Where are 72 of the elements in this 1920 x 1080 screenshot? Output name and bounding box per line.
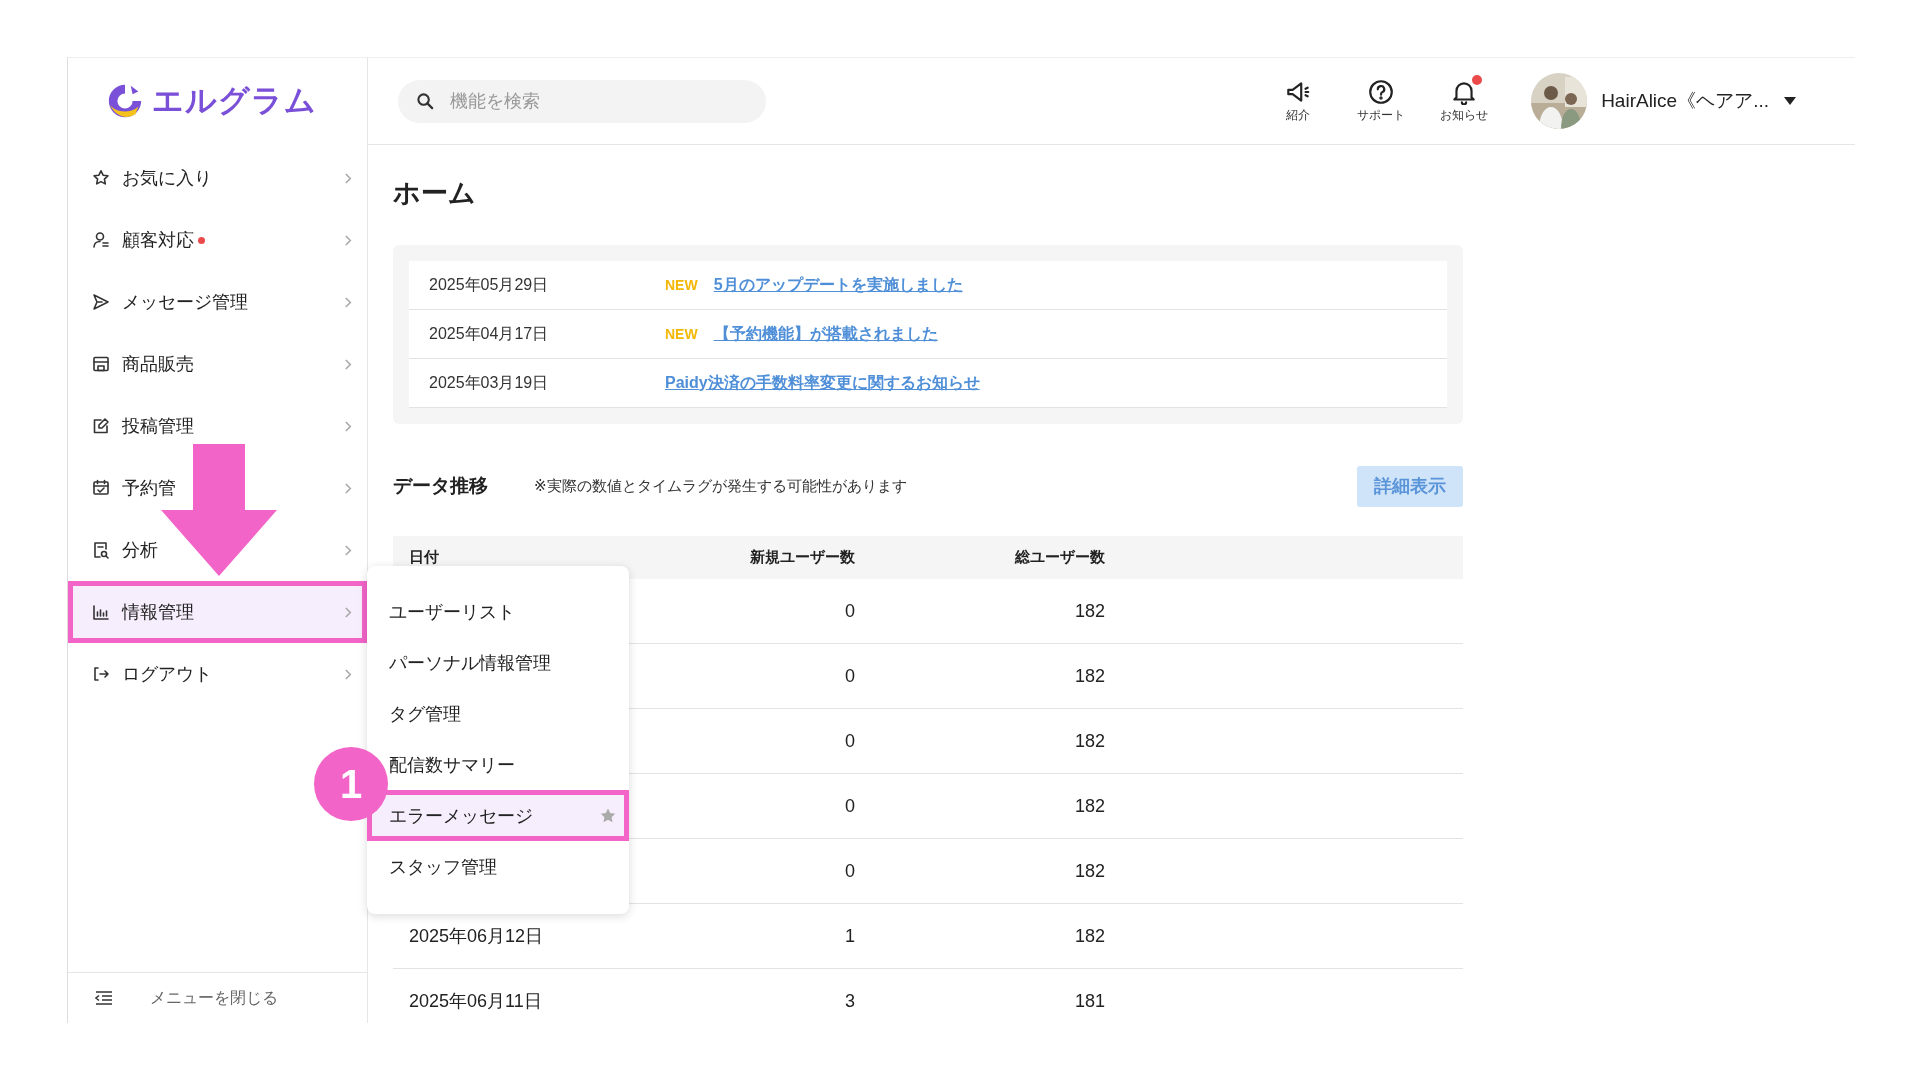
table-cell-text: 0 (844, 730, 856, 752)
header-action[interactable]: 紹介 (1267, 78, 1330, 124)
section-title: データ推移 (393, 474, 488, 498)
sidebar-item[interactable]: ログアウト (68, 643, 367, 705)
column-header: 総ユーザー数 (1013, 548, 1106, 567)
table-cell-text: 182 (1073, 665, 1106, 687)
edit-icon (92, 417, 110, 435)
news-date: 2025年03月19日 (429, 372, 550, 393)
table-cell-text: 0 (844, 600, 856, 622)
logo-text: エルグラム (152, 82, 317, 120)
table-cell-text: 182 (1073, 795, 1106, 817)
send-icon (92, 293, 110, 311)
chevron-icon (344, 481, 353, 495)
star-icon (92, 169, 110, 187)
close-menu-link[interactable]: メニューを閉じる (150, 987, 278, 1009)
table-cell-text: 0 (844, 795, 856, 817)
caret-icon[interactable] (1783, 96, 1797, 106)
table-cell-text: 0 (844, 665, 856, 687)
submenu-item[interactable]: エラーメッセージ (367, 790, 629, 841)
step-number: 1 (314, 747, 388, 821)
chart-icon (92, 603, 110, 621)
news-date: 2025年04月17日 (429, 323, 550, 344)
table-cell-text: 182 (1073, 860, 1106, 882)
person-icon (92, 231, 110, 249)
chevron-icon (344, 233, 353, 247)
store-icon (92, 355, 110, 373)
sidebar-item[interactable]: 分析 (68, 519, 367, 581)
submenu-item[interactable]: ユーザーリスト (389, 586, 629, 637)
chevron-icon (344, 667, 353, 681)
collapse-menu-icon[interactable] (94, 990, 114, 1006)
sidebar-item[interactable]: 投稿管理 (68, 395, 367, 457)
table-cell-text: 182 (1073, 730, 1106, 752)
sidebar-item[interactable]: 顧客対応 (68, 209, 367, 271)
chevron-icon (344, 543, 353, 557)
calendar-icon (92, 479, 110, 497)
table-cell-text: 182 (1073, 925, 1106, 947)
submenu-item[interactable]: スタッフ管理 (389, 841, 629, 892)
user-name[interactable]: HairAlice《ヘアア... (1601, 88, 1769, 114)
logo-icon (106, 82, 144, 120)
news-date: 2025年05月29日 (429, 274, 550, 295)
sidebar-item[interactable]: 情報管理 (68, 581, 367, 643)
new-label: NEW (665, 277, 698, 293)
chevron-icon (344, 419, 353, 433)
report-icon (92, 541, 110, 559)
column-header: 日付 (408, 548, 440, 567)
submenu-item[interactable]: 配信数サマリー (389, 739, 629, 790)
table-cell: 2025年06月11日 (409, 991, 542, 1011)
new-label: NEW (665, 326, 698, 342)
chevron-icon (344, 295, 353, 309)
search-field[interactable]: 機能を検索 (398, 79, 766, 123)
table-cell: 2025年06月12日 (409, 926, 544, 946)
header-action[interactable]: サポート (1350, 78, 1413, 124)
logout-icon (92, 665, 110, 683)
sidebar-item[interactable]: 商品販売 (68, 333, 367, 395)
table-cell-text: 0 (844, 860, 856, 882)
page-title: ホーム (393, 177, 477, 210)
table-cell-text: 3 (844, 990, 856, 1012)
table-cell-text: 181 (1073, 990, 1106, 1012)
submenu-item[interactable]: パーソナル情報管理 (389, 637, 629, 688)
sidebar-item[interactable]: 予約管 (68, 457, 367, 519)
table-cell-text: 182 (1073, 600, 1106, 622)
sidebar-item[interactable]: メッセージ管理 (68, 271, 367, 333)
chevron-icon (344, 605, 353, 619)
header-action[interactable]: お知らせ (1433, 78, 1496, 124)
note-text: ※実際の数値とタイムラグが発生する可能性があります (534, 476, 907, 496)
help-icon (1367, 78, 1396, 105)
sidebar-item[interactable]: お気に入り (68, 147, 367, 209)
table-cell-text: 1 (844, 925, 856, 947)
chevron-icon (344, 171, 353, 185)
column-header: 新規ユーザー数 (749, 548, 856, 567)
chevron-icon (344, 357, 353, 371)
submenu-item[interactable]: タグ管理 (389, 688, 629, 739)
